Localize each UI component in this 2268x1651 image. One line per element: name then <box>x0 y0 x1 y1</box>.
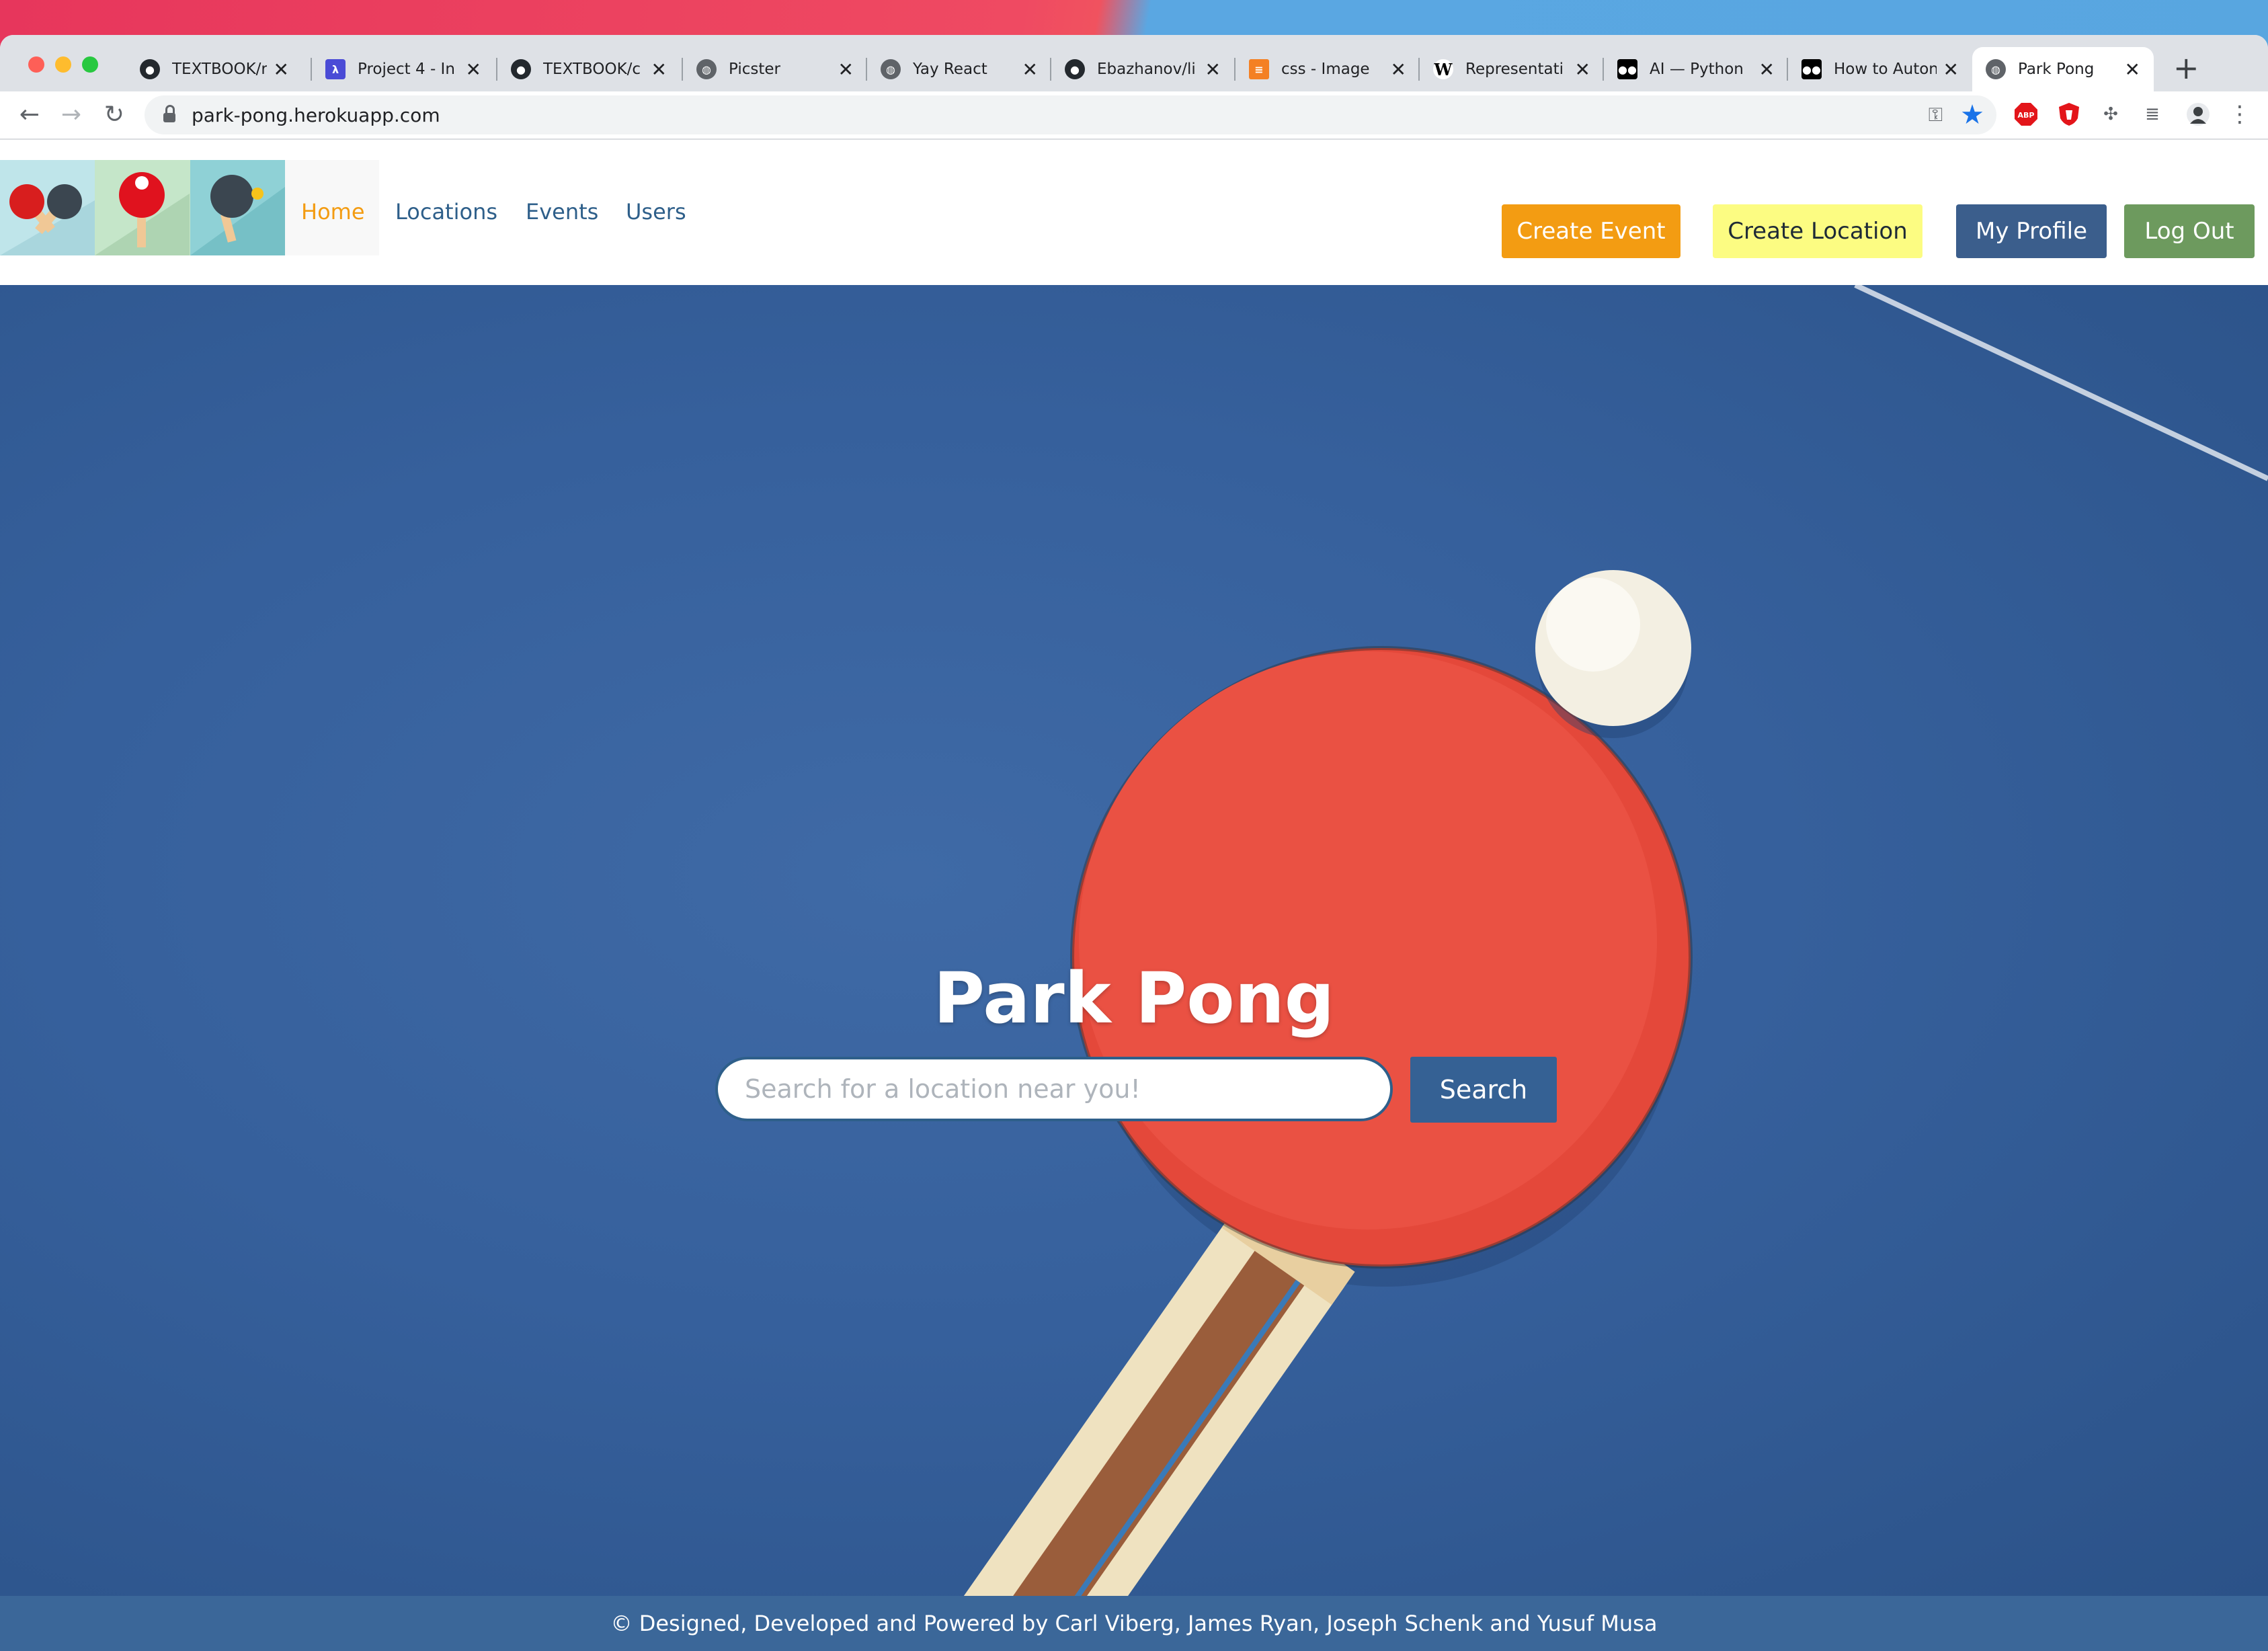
site-footer: © Designed, Developed and Powered by Car… <box>0 1596 2268 1651</box>
wikipedia-icon: W <box>1433 59 1453 79</box>
nav-link-users[interactable]: Users <box>626 199 686 225</box>
lambda-icon: λ <box>325 59 346 79</box>
tab-strip: ● TEXTBOOK/r ✕ λ Project 4 - In ✕ ● TEXT… <box>0 35 2268 91</box>
browser-tab-active[interactable]: ◍ Park Pong ✕ <box>1972 47 2154 91</box>
shield-extension-icon[interactable] <box>2056 101 2082 128</box>
browser-tab[interactable]: λ Project 4 - In ✕ <box>312 47 495 91</box>
create-event-button[interactable]: Create Event <box>1502 204 1680 258</box>
site-navbar: Home Locations Events Users Create Event… <box>0 140 2268 286</box>
adblock-plus-icon[interactable]: ABP <box>2013 101 2039 128</box>
search-button[interactable]: Search <box>1410 1057 1557 1123</box>
close-tab-icon[interactable]: ✕ <box>466 58 481 81</box>
browser-tab[interactable]: ●● How to Auton ✕ <box>1788 47 1972 91</box>
close-window-button[interactable] <box>28 56 44 73</box>
browser-tab[interactable]: ● TEXTBOOK/c ✕ <box>497 47 680 91</box>
globe-icon: ◍ <box>1986 59 2006 79</box>
svg-text:ABP: ABP <box>2018 111 2035 120</box>
chrome-menu-icon[interactable]: ⋮ <box>2226 101 2253 128</box>
browser-tab[interactable]: ● Ebazhanov/li ✕ <box>1051 47 1234 91</box>
browser-tab[interactable]: ●● AI — Python ✕ <box>1604 47 1788 91</box>
tab-title: Yay React <box>913 61 987 78</box>
nav-link-home[interactable]: Home <box>301 199 365 225</box>
location-search-input[interactable] <box>715 1057 1393 1121</box>
close-tab-icon[interactable]: ✕ <box>1022 58 1038 81</box>
tab-title: Picster <box>729 61 781 78</box>
back-arrow-icon[interactable]: ← <box>12 97 47 132</box>
close-tab-icon[interactable]: ✕ <box>274 58 289 81</box>
create-location-button[interactable]: Create Location <box>1713 204 1922 258</box>
bookmark-star-icon[interactable]: ★ <box>1960 99 1984 130</box>
github-icon: ● <box>511 59 531 79</box>
hero-background-image <box>952 285 2268 1596</box>
browser-tab[interactable]: ≡ css - Image ✕ <box>1236 47 1420 91</box>
close-tab-icon[interactable]: ✕ <box>2125 58 2140 81</box>
browser-tab[interactable]: W Representati ✕ <box>1420 47 1604 91</box>
tab-title: AI — Python <box>1650 61 1744 78</box>
browser-tab[interactable]: ● TEXTBOOK/r ✕ <box>126 47 302 91</box>
minimize-window-button[interactable] <box>55 56 71 73</box>
maximize-window-button[interactable] <box>82 56 98 73</box>
reload-icon[interactable]: ↻ <box>97 97 132 132</box>
browser-tab[interactable]: ◍ Yay React ✕ <box>867 47 1051 91</box>
hero-title: Park Pong <box>933 957 1335 1039</box>
medium-icon: ●● <box>1617 59 1637 79</box>
tab-title: Project 4 - In <box>358 61 455 78</box>
media-queue-icon[interactable]: ≣ <box>2139 101 2166 128</box>
new-tab-button[interactable]: + <box>2173 50 2199 86</box>
tab-title: Representati <box>1465 61 1564 78</box>
globe-icon: ◍ <box>881 59 901 79</box>
close-tab-icon[interactable]: ✕ <box>1943 58 1959 81</box>
logo-paddle-ball-icon <box>95 160 190 255</box>
site-logo[interactable] <box>0 160 285 255</box>
browser-tab[interactable]: ◍ Picster ✕ <box>683 47 867 91</box>
close-tab-icon[interactable]: ✕ <box>1205 58 1221 81</box>
tab-title: css - Image <box>1281 61 1370 78</box>
close-tab-icon[interactable]: ✕ <box>1391 58 1406 81</box>
address-url: park-pong.herokuapp.com <box>192 104 440 126</box>
forward-arrow-icon[interactable]: → <box>54 97 89 132</box>
close-tab-icon[interactable]: ✕ <box>651 58 667 81</box>
hero-section: Park Pong Search <box>0 285 2268 1596</box>
profile-avatar-icon[interactable] <box>2185 101 2212 128</box>
puzzle-extensions-icon[interactable]: ✣ <box>2097 101 2124 128</box>
lock-icon <box>163 105 175 122</box>
tab-title: TEXTBOOK/r <box>172 61 267 78</box>
close-tab-icon[interactable]: ✕ <box>1759 58 1775 81</box>
key-icon[interactable]: ⚿ <box>1929 104 1943 126</box>
browser-window: ● TEXTBOOK/r ✕ λ Project 4 - In ✕ ● TEXT… <box>0 35 2268 1651</box>
stackoverflow-icon: ≡ <box>1249 59 1269 79</box>
log-out-button[interactable]: Log Out <box>2124 204 2255 258</box>
globe-icon: ◍ <box>696 59 717 79</box>
nav-link-locations[interactable]: Locations <box>395 199 497 225</box>
web-page: Home Locations Events Users Create Event… <box>0 140 2268 1651</box>
github-icon: ● <box>140 59 160 79</box>
logo-dark-paddle-icon <box>190 160 285 255</box>
logo-paddles-crossed-icon <box>0 160 95 255</box>
github-icon: ● <box>1065 59 1085 79</box>
address-bar[interactable]: park-pong.herokuapp.com ⚿ ★ <box>145 95 1996 134</box>
close-tab-icon[interactable]: ✕ <box>1575 58 1590 81</box>
tab-title: Park Pong <box>2018 61 2095 78</box>
my-profile-button[interactable]: My Profile <box>1956 204 2107 258</box>
close-tab-icon[interactable]: ✕ <box>838 58 854 81</box>
tab-title: How to Auton <box>1834 61 1937 78</box>
browser-toolbar: ← → ↻ park-pong.herokuapp.com ⚿ ★ ABP ✣ … <box>0 91 2268 140</box>
tab-title: Ebazhanov/li <box>1097 61 1196 78</box>
medium-icon: ●● <box>1801 59 1822 79</box>
tab-title: TEXTBOOK/c <box>543 61 641 78</box>
nav-link-events[interactable]: Events <box>526 199 598 225</box>
